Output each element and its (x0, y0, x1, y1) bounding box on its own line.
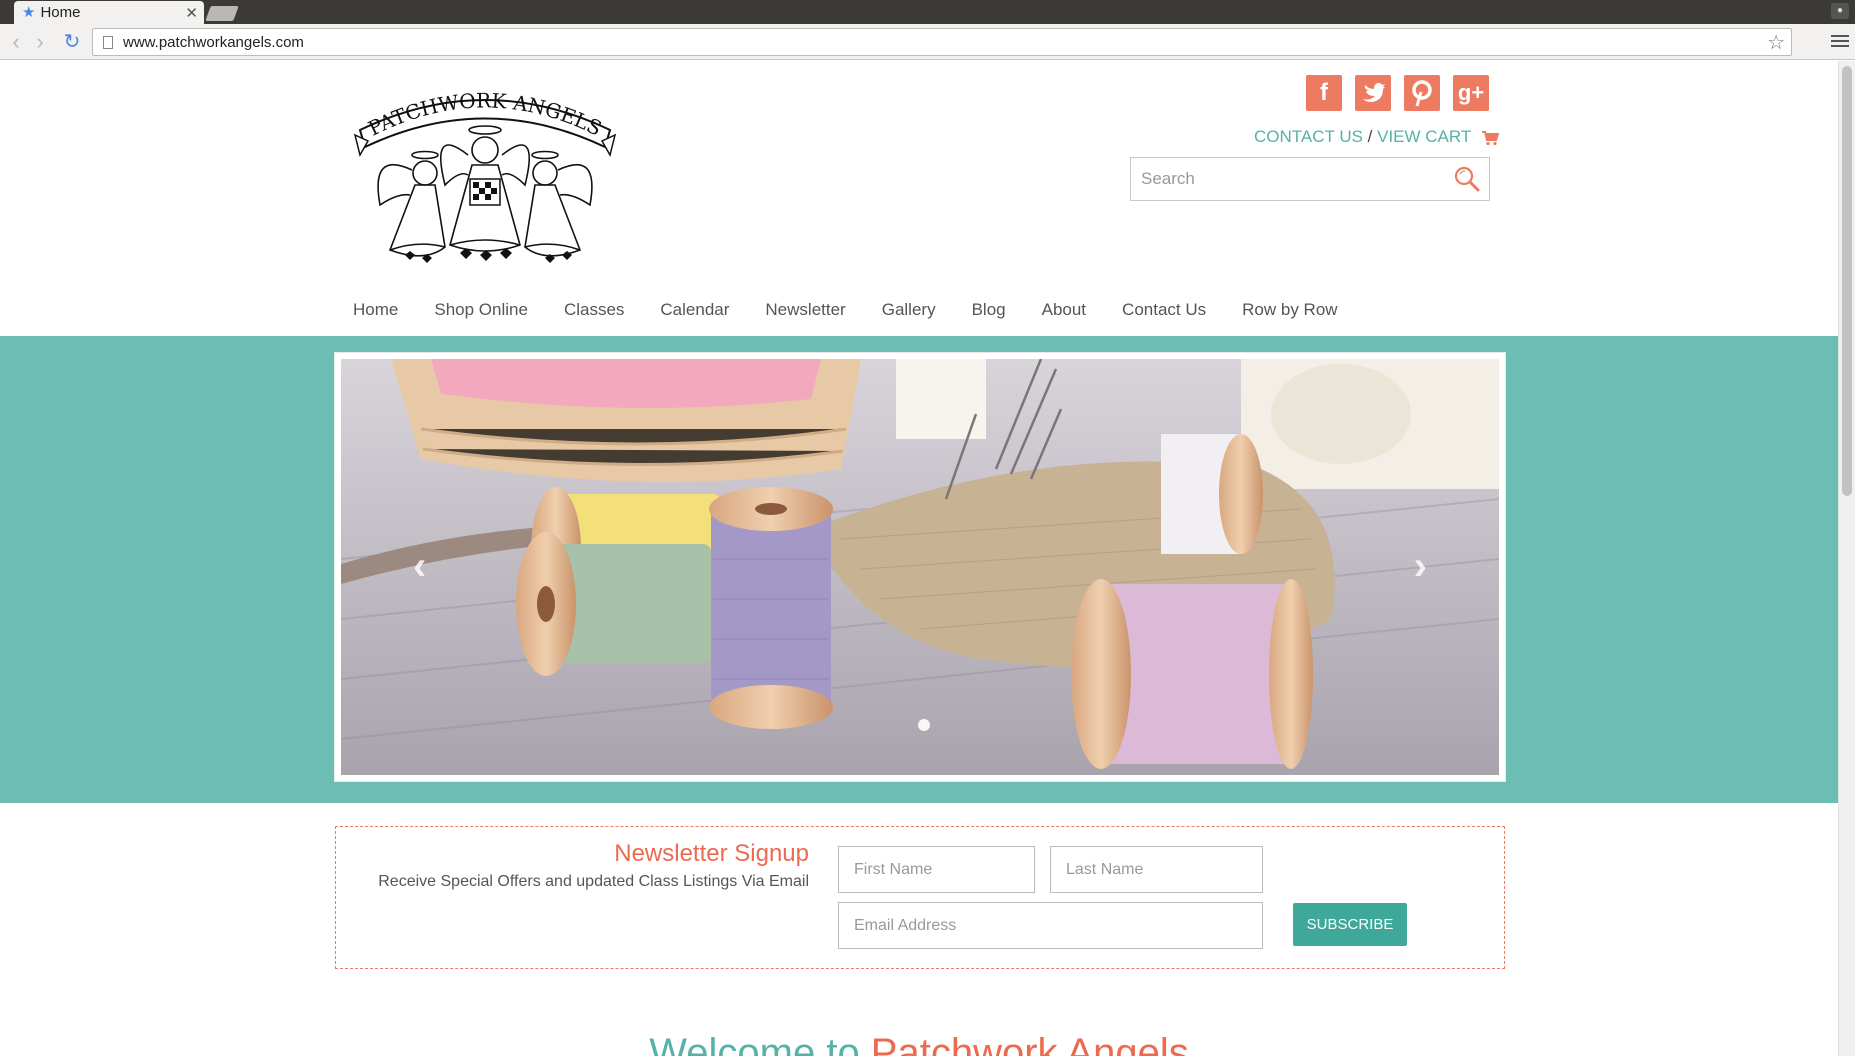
slider-prev-arrow[interactable]: ‹ (413, 544, 426, 589)
nav-newsletter[interactable]: Newsletter (765, 300, 845, 320)
search-box (1130, 157, 1490, 201)
pinterest-icon[interactable] (1404, 75, 1440, 111)
nav-home[interactable]: Home (353, 300, 398, 320)
email-address-input[interactable] (838, 902, 1263, 949)
web-page: PATCHWORK ANGELS f g+ CONTACT US / VIEW … (0, 61, 1838, 1056)
welcome-text-part2: Patchwork Angels (870, 1031, 1189, 1056)
subscribe-button[interactable]: SUBSCRIBE (1293, 903, 1407, 946)
browser-tab-bar: ★ Home ✕ ● (0, 0, 1855, 24)
tab-close-icon[interactable]: ✕ (185, 4, 198, 22)
forward-button[interactable]: › (28, 30, 52, 54)
search-input[interactable] (1131, 169, 1453, 189)
twitter-icon[interactable] (1355, 75, 1391, 111)
facebook-icon[interactable]: f (1306, 75, 1342, 111)
page-icon (103, 35, 113, 49)
google-plus-icon[interactable]: g+ (1453, 75, 1489, 111)
contact-us-link[interactable]: CONTACT US (1254, 127, 1363, 146)
view-cart-link[interactable]: VIEW CART (1377, 127, 1471, 146)
tab-title: Home (40, 4, 81, 21)
user-profile-icon[interactable]: ● (1831, 3, 1849, 19)
header-links: CONTACT US / VIEW CART (1254, 127, 1499, 147)
nav-blog[interactable]: Blog (972, 300, 1006, 320)
tab-favicon-star-icon: ★ (22, 4, 36, 21)
sewing-supplies-photo (341, 359, 1499, 775)
image-slider: ‹ › (334, 352, 1506, 782)
reload-button[interactable]: ↻ (60, 30, 84, 54)
nav-about[interactable]: About (1042, 300, 1086, 320)
search-icon[interactable] (1453, 165, 1481, 193)
nav-gallery[interactable]: Gallery (882, 300, 936, 320)
main-nav: Home Shop Online Classes Calendar Newsle… (353, 300, 1374, 320)
url-text: www.patchworkangels.com (123, 33, 304, 51)
first-name-input[interactable] (838, 846, 1035, 893)
patchwork-angels-logo[interactable]: PATCHWORK ANGELS (350, 75, 620, 275)
newsletter-signup-box: Newsletter Signup Receive Special Offers… (335, 826, 1505, 969)
nav-classes[interactable]: Classes (564, 300, 624, 320)
bookmark-star-icon[interactable]: ☆ (1767, 30, 1785, 55)
newsletter-title: Newsletter Signup (614, 840, 809, 867)
welcome-heading: Welcome to Patchwork Angels (0, 1031, 1838, 1056)
slider-dot-indicator[interactable] (918, 719, 930, 731)
page-scrollbar[interactable] (1838, 61, 1855, 1056)
address-bar[interactable]: www.patchworkangels.com ☆ (92, 28, 1792, 56)
nav-shop-online[interactable]: Shop Online (434, 300, 528, 320)
last-name-input[interactable] (1050, 846, 1263, 893)
back-button[interactable]: ‹ (4, 30, 28, 54)
welcome-text-part1: Welcome to (649, 1031, 871, 1056)
nav-contact-us[interactable]: Contact Us (1122, 300, 1206, 320)
browser-toolbar: ‹ › ↻ www.patchworkangels.com ☆ (0, 24, 1855, 60)
nav-calendar[interactable]: Calendar (660, 300, 729, 320)
scrollbar-thumb[interactable] (1842, 66, 1852, 496)
slide-image: ‹ › (341, 359, 1499, 775)
newsletter-subtitle: Receive Special Offers and updated Class… (378, 873, 809, 890)
new-tab-button[interactable] (205, 6, 239, 21)
header-link-separator: / (1362, 127, 1378, 146)
slider-next-arrow[interactable]: › (1414, 544, 1427, 589)
browser-menu-icon[interactable] (1831, 32, 1849, 50)
hero-banner: ‹ › (0, 336, 1838, 803)
browser-tab[interactable]: ★ Home ✕ (14, 1, 204, 24)
cart-icon[interactable] (1481, 130, 1499, 146)
nav-row-by-row[interactable]: Row by Row (1242, 300, 1337, 320)
